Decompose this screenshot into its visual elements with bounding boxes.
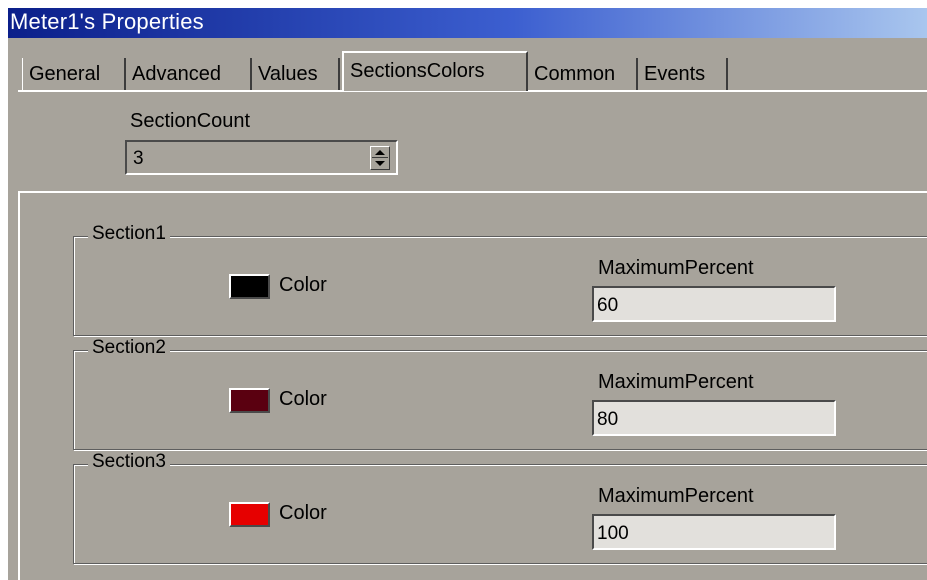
spin-down-icon[interactable] [375,161,385,166]
section2-color-swatch[interactable] [229,388,270,413]
tab-common[interactable]: Common [528,58,638,90]
section3-max-label: MaximumPercent [598,485,754,507]
tab-general[interactable]: General [22,58,126,90]
tab-advanced[interactable]: Advanced [126,58,252,90]
section3-max-percent-value[interactable]: 100 [597,523,629,545]
section3-color-swatch[interactable] [229,502,270,527]
section-count-label: SectionCount [130,110,251,132]
section2-max-percent-input[interactable]: 80 [592,400,836,436]
window-title: Meter1's Properties [10,9,204,34]
section1-max-percent-value[interactable]: 60 [597,295,618,317]
spin-up-icon[interactable] [375,150,385,155]
section-count-spinner[interactable] [370,146,390,170]
section-count-stepper[interactable]: 3 [125,140,398,175]
properties-dialog: Meter1's Properties General Advanced Val… [8,8,927,580]
section2-max-label: MaximumPercent [598,371,754,393]
section1-max-label: MaximumPercent [598,257,754,279]
section2-group: Section2 Color MaximumPercent 80 [73,337,927,450]
spinner-divider [372,157,388,158]
title-bar[interactable]: Meter1's Properties [8,8,927,38]
section1-title: Section1 [88,223,170,245]
section-count-value[interactable]: 3 [133,148,144,170]
section1-color-label: Color [279,274,327,296]
section1-group: Section1 Color MaximumPercent 60 [73,223,927,336]
tab-values[interactable]: Values [252,58,340,90]
section2-color-label: Color [279,388,327,410]
section3-max-percent-input[interactable]: 100 [592,514,836,550]
section1-max-percent-input[interactable]: 60 [592,286,836,322]
section1-color-swatch[interactable] [229,274,270,299]
section3-color-label: Color [279,502,327,524]
section2-title: Section2 [88,337,170,359]
tab-events[interactable]: Events [638,58,728,90]
section2-max-percent-value[interactable]: 80 [597,409,618,431]
section3-title: Section3 [88,451,170,473]
tab-sectionscolors[interactable]: SectionsColors [342,51,528,91]
section3-group: Section3 Color MaximumPercent 100 [73,451,927,564]
